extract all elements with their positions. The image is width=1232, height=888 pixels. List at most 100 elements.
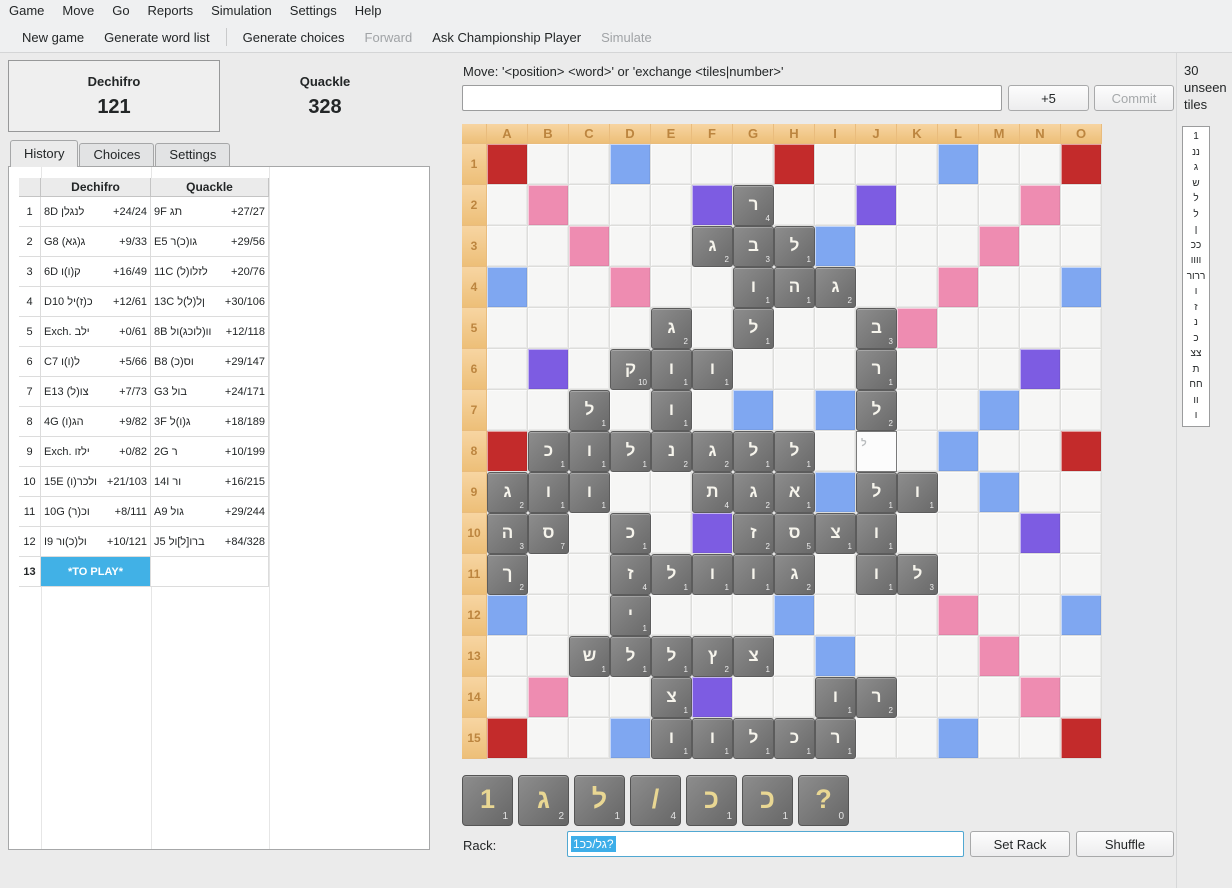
cell-M11[interactable]	[979, 554, 1020, 595]
cell-I7[interactable]	[815, 390, 856, 431]
history-row[interactable]: 13*TO PLAY*	[19, 557, 269, 587]
cell-L13[interactable]	[938, 636, 979, 677]
cell-J13[interactable]	[856, 636, 897, 677]
cell-A8[interactable]	[487, 431, 528, 472]
history-row[interactable]: 7E13 (ל)צו+7/73G3 בול+24/171	[19, 377, 269, 407]
cell-C3[interactable]	[569, 226, 610, 267]
rack-tile[interactable]: 11	[462, 775, 513, 826]
cell-C10[interactable]	[569, 513, 610, 554]
cell-L11[interactable]	[938, 554, 979, 595]
cell-M7[interactable]	[979, 390, 1020, 431]
cell-D6[interactable]: ק10	[610, 349, 651, 390]
cell-O10[interactable]	[1061, 513, 1102, 554]
cell-L4[interactable]	[938, 267, 979, 308]
toolbar-ask-championship-player[interactable]: Ask Championship Player	[422, 25, 591, 50]
cell-I3[interactable]	[815, 226, 856, 267]
cell-C13[interactable]: ש1	[569, 636, 610, 677]
cell-F14[interactable]	[692, 677, 733, 718]
cell-L7[interactable]	[938, 390, 979, 431]
cell-H9[interactable]: א1	[774, 472, 815, 513]
cell-N4[interactable]	[1020, 267, 1061, 308]
cell-A13[interactable]	[487, 636, 528, 677]
cell-K13[interactable]	[897, 636, 938, 677]
menu-move[interactable]: Move	[53, 0, 103, 22]
cell-L1[interactable]	[938, 144, 979, 185]
cell-I8[interactable]	[815, 431, 856, 472]
cell-I14[interactable]: ו1	[815, 677, 856, 718]
cell-H8[interactable]: ל1	[774, 431, 815, 472]
cell-G5[interactable]: ל1	[733, 308, 774, 349]
cell-E5[interactable]: ג2	[651, 308, 692, 349]
cell-H1[interactable]	[774, 144, 815, 185]
history-row[interactable]: 2G8 (גא)ג+9/33E5 גו(כ)ר+29/56	[19, 227, 269, 257]
cell-A12[interactable]	[487, 595, 528, 636]
cell-F7[interactable]	[692, 390, 733, 431]
cell-B8[interactable]: כ1	[528, 431, 569, 472]
cell-I11[interactable]	[815, 554, 856, 595]
cell-K6[interactable]	[897, 349, 938, 390]
menu-help[interactable]: Help	[346, 0, 391, 22]
cell-C9[interactable]: ו1	[569, 472, 610, 513]
cell-I10[interactable]: צ1	[815, 513, 856, 554]
cell-D1[interactable]	[610, 144, 651, 185]
tab-history[interactable]: History	[10, 140, 78, 167]
cell-B10[interactable]: ס7	[528, 513, 569, 554]
rack-tile[interactable]: ?0	[798, 775, 849, 826]
menu-reports[interactable]: Reports	[139, 0, 203, 22]
cell-K15[interactable]	[897, 718, 938, 759]
cell-D5[interactable]	[610, 308, 651, 349]
history-row[interactable]: 84G (ו)הג+9/823F ג(ו)ל+18/189	[19, 407, 269, 437]
cell-F10[interactable]	[692, 513, 733, 554]
cell-F11[interactable]: ו1	[692, 554, 733, 595]
cell-F12[interactable]	[692, 595, 733, 636]
cell-M9[interactable]	[979, 472, 1020, 513]
cell-L2[interactable]	[938, 185, 979, 226]
rack-tile[interactable]: כ1	[686, 775, 737, 826]
cell-G1[interactable]	[733, 144, 774, 185]
menu-simulation[interactable]: Simulation	[202, 0, 281, 22]
cell-B12[interactable]	[528, 595, 569, 636]
cell-M2[interactable]	[979, 185, 1020, 226]
cell-E10[interactable]	[651, 513, 692, 554]
cell-E8[interactable]: נ2	[651, 431, 692, 472]
cell-N5[interactable]	[1020, 308, 1061, 349]
cell-M12[interactable]	[979, 595, 1020, 636]
cell-K5[interactable]	[897, 308, 938, 349]
cell-M15[interactable]	[979, 718, 1020, 759]
toolbar-generate-choices[interactable]: Generate choices	[233, 25, 355, 50]
cell-H13[interactable]	[774, 636, 815, 677]
cell-C8[interactable]: ו1	[569, 431, 610, 472]
cell-K2[interactable]	[897, 185, 938, 226]
cell-B1[interactable]	[528, 144, 569, 185]
cell-O6[interactable]	[1061, 349, 1102, 390]
cell-F3[interactable]: ג2	[692, 226, 733, 267]
cell-B11[interactable]	[528, 554, 569, 595]
cell-O5[interactable]	[1061, 308, 1102, 349]
cell-N1[interactable]	[1020, 144, 1061, 185]
rack-tile[interactable]: ג2	[518, 775, 569, 826]
cell-O2[interactable]	[1061, 185, 1102, 226]
cell-K12[interactable]	[897, 595, 938, 636]
cell-H10[interactable]: ס5	[774, 513, 815, 554]
cell-H11[interactable]: ג2	[774, 554, 815, 595]
cell-A14[interactable]	[487, 677, 528, 718]
cell-J2[interactable]	[856, 185, 897, 226]
cell-J3[interactable]	[856, 226, 897, 267]
cell-O7[interactable]	[1061, 390, 1102, 431]
rack-tile[interactable]: ל1	[574, 775, 625, 826]
cell-G15[interactable]: ל1	[733, 718, 774, 759]
cell-B5[interactable]	[528, 308, 569, 349]
cell-F9[interactable]: ת4	[692, 472, 733, 513]
cell-A1[interactable]	[487, 144, 528, 185]
cell-E15[interactable]: ו1	[651, 718, 692, 759]
cell-K14[interactable]	[897, 677, 938, 718]
cell-N3[interactable]	[1020, 226, 1061, 267]
cell-E6[interactable]: ו1	[651, 349, 692, 390]
cell-O8[interactable]	[1061, 431, 1102, 472]
cell-J4[interactable]	[856, 267, 897, 308]
cell-C15[interactable]	[569, 718, 610, 759]
cell-J9[interactable]: ל1	[856, 472, 897, 513]
cell-N11[interactable]	[1020, 554, 1061, 595]
cell-C14[interactable]	[569, 677, 610, 718]
cell-L3[interactable]	[938, 226, 979, 267]
